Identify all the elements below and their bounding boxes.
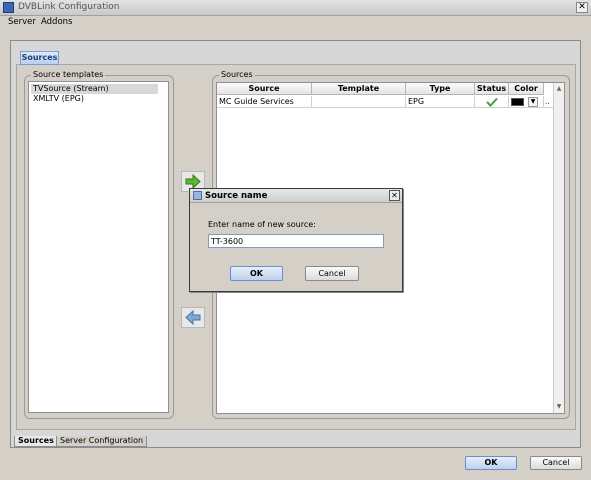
column-header-source[interactable]: Source — [217, 83, 312, 95]
dialog-app-icon — [193, 191, 202, 200]
cancel-button[interactable]: Cancel — [530, 456, 582, 470]
source-templates-list[interactable]: TVSource (Stream) XMLTV (EPG) — [28, 81, 169, 413]
dialog-ok-button[interactable]: OK — [230, 266, 283, 281]
column-header-color[interactable]: Color — [509, 83, 544, 95]
arrow-right-icon — [185, 174, 201, 189]
template-item-tvsource[interactable]: TVSource (Stream) — [31, 84, 158, 94]
tab-sources[interactable]: Sources — [14, 436, 58, 447]
tab-sources-inner[interactable]: Sources — [20, 51, 59, 65]
cell-type: EPG — [406, 96, 475, 108]
column-header-template[interactable]: Template — [312, 83, 406, 95]
dialog-close-button[interactable]: ✕ — [389, 190, 400, 201]
check-icon — [486, 97, 498, 107]
cell-color: ▼ — [509, 96, 544, 108]
scroll-down-icon[interactable]: ▼ — [555, 403, 563, 411]
color-swatch[interactable] — [511, 98, 524, 106]
column-header-type[interactable]: Type — [406, 83, 475, 95]
source-name-dialog: Source name ✕ Enter name of new source: … — [189, 188, 403, 292]
title-bar: DVBLink Configuration ✕ — [0, 0, 591, 16]
ok-button[interactable]: OK — [465, 456, 517, 470]
close-window-button[interactable]: ✕ — [576, 2, 588, 13]
window-title: DVBLink Configuration — [18, 2, 120, 12]
sources-legend: Sources — [219, 70, 255, 79]
color-dropdown-button[interactable]: ▼ — [528, 97, 538, 107]
source-name-input[interactable] — [208, 234, 384, 248]
template-item-xmltv[interactable]: XMLTV (EPG) — [31, 94, 158, 104]
remove-source-button[interactable] — [181, 307, 205, 328]
vertical-scrollbar[interactable]: ▲ ▼ — [553, 83, 564, 413]
source-templates-legend: Source templates — [31, 70, 106, 79]
column-header-status[interactable]: Status — [475, 83, 509, 95]
tab-server-configuration[interactable]: Server Configuration — [56, 436, 148, 447]
cell-source: MC Guide Services — [217, 96, 312, 108]
menu-bar: Server Addons — [0, 16, 591, 30]
cell-status — [475, 96, 509, 108]
app-icon — [3, 2, 14, 13]
arrow-left-icon — [185, 310, 201, 325]
scroll-up-icon[interactable]: ▲ — [555, 85, 563, 93]
cell-template — [312, 96, 406, 108]
dialog-title-bar: Source name ✕ — [190, 189, 402, 203]
dialog-prompt: Enter name of new source: — [208, 220, 316, 229]
dialog-cancel-button[interactable]: Cancel — [305, 266, 359, 281]
menu-addons[interactable]: Addons — [41, 17, 72, 27]
menu-server[interactable]: Server — [8, 17, 36, 27]
dialog-title: Source name — [205, 191, 268, 201]
